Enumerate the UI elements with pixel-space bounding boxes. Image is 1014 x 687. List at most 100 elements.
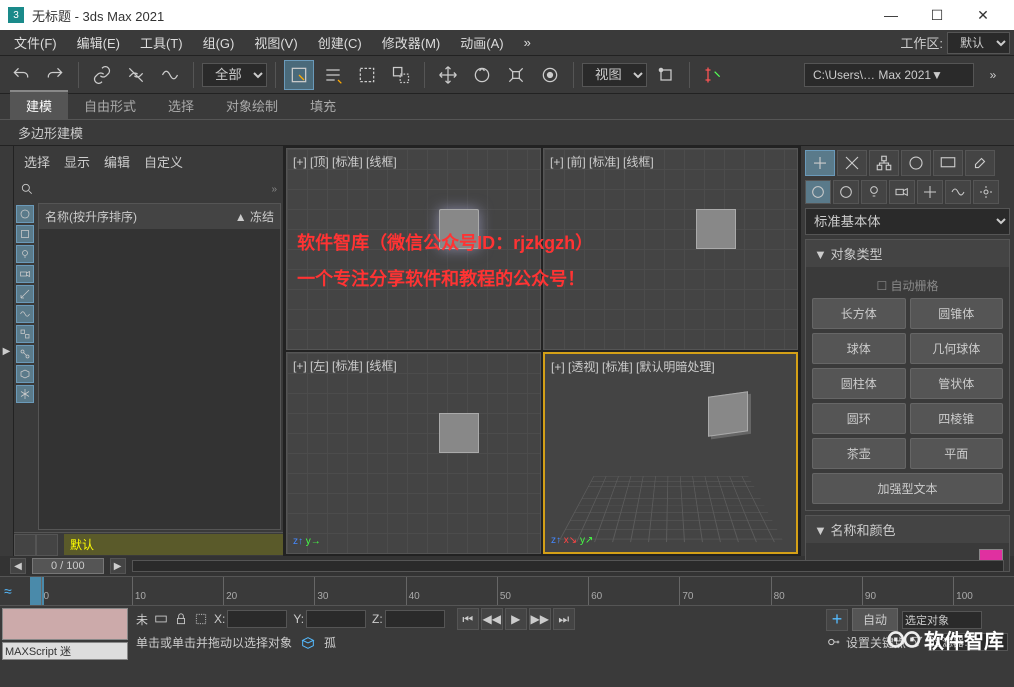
script-output[interactable] bbox=[2, 608, 128, 640]
dock-expand[interactable]: ▶ bbox=[3, 346, 11, 357]
se-tab-display[interactable]: 显示 bbox=[64, 152, 90, 171]
rollup-header-name[interactable]: ▼ 名称和颜色 bbox=[806, 516, 1009, 543]
filter-groups-icon[interactable] bbox=[16, 325, 34, 343]
workspace-dropdown[interactable]: 默认 bbox=[947, 32, 1010, 54]
frame-prev[interactable]: ◀ bbox=[10, 558, 26, 574]
col-frozen[interactable]: ▲ 冻结 bbox=[235, 208, 274, 225]
select-region-button[interactable] bbox=[352, 60, 382, 90]
window-crossing-button[interactable] bbox=[386, 60, 416, 90]
prim-box[interactable]: 长方体 bbox=[812, 298, 906, 329]
viewport-left-label[interactable]: [+] [左] [标准] [线框] bbox=[293, 357, 397, 374]
menu-tools[interactable]: 工具(T) bbox=[130, 29, 193, 56]
prim-plane[interactable]: 平面 bbox=[910, 438, 1004, 469]
cp-hierarchy-tab[interactable] bbox=[869, 150, 899, 176]
bind-button[interactable] bbox=[155, 60, 185, 90]
auto-grid-checkbox[interactable]: ☐ 自动栅格 bbox=[812, 273, 1003, 298]
menu-edit[interactable]: 编辑(E) bbox=[67, 29, 130, 56]
prim-pyramid[interactable]: 四棱锥 bbox=[910, 403, 1004, 434]
prim-textplus[interactable]: 加强型文本 bbox=[812, 473, 1003, 504]
filter-frozen-icon[interactable] bbox=[16, 385, 34, 403]
se-tab-select[interactable]: 选择 bbox=[24, 152, 50, 171]
menu-modifiers[interactable]: 修改器(M) bbox=[372, 29, 451, 56]
menu-views[interactable]: 视图(V) bbox=[244, 29, 307, 56]
goto-start-button[interactable]: ⏮ bbox=[457, 608, 479, 630]
se-tab-custom[interactable]: 自定义 bbox=[144, 152, 183, 171]
coord-y-input[interactable] bbox=[306, 610, 366, 628]
filter-bone-icon[interactable] bbox=[16, 345, 34, 363]
frame-slider-handle[interactable]: 0 / 100 bbox=[32, 558, 104, 574]
prev-frame-button[interactable]: ◀◀ bbox=[481, 608, 503, 630]
lock-icon[interactable] bbox=[174, 612, 188, 626]
helpers-icon[interactable] bbox=[917, 180, 943, 204]
rotate-button[interactable] bbox=[467, 60, 497, 90]
move-button[interactable] bbox=[433, 60, 463, 90]
systems-icon[interactable] bbox=[973, 180, 999, 204]
undo-button[interactable] bbox=[6, 60, 36, 90]
filter-lights-icon[interactable] bbox=[16, 245, 34, 263]
goto-end-button[interactable]: ⏭ bbox=[553, 608, 575, 630]
viewport-top[interactable]: [+] [顶] [标准] [线框] 软件智库（微信公众号ID：rjzkgzh） … bbox=[286, 148, 541, 350]
selection-lock-icon[interactable] bbox=[194, 612, 208, 626]
auto-key-button[interactable]: 自动 bbox=[852, 608, 898, 631]
viewport-persp-label[interactable]: [+] [透视] [标准] [默认明暗处理] bbox=[551, 358, 715, 375]
select-by-name-button[interactable] bbox=[318, 60, 348, 90]
key-filter-icon[interactable] bbox=[910, 635, 924, 649]
menu-overflow[interactable]: » bbox=[514, 31, 541, 54]
frame-track[interactable] bbox=[132, 560, 1004, 572]
prim-geosphere[interactable]: 几何球体 bbox=[910, 333, 1004, 364]
ribbon-tab-modeling[interactable]: 建模 bbox=[10, 90, 68, 119]
isolate-icon[interactable] bbox=[300, 635, 316, 651]
cameras-icon[interactable] bbox=[889, 180, 915, 204]
viewport-top-label[interactable]: [+] [顶] [标准] [线框] bbox=[293, 153, 397, 170]
manipulate-button[interactable] bbox=[698, 60, 728, 90]
placement-button[interactable] bbox=[535, 60, 565, 90]
scale-button[interactable] bbox=[501, 60, 531, 90]
selection-filter[interactable]: 全部 bbox=[202, 63, 267, 87]
cp-utilities-tab[interactable] bbox=[965, 150, 995, 176]
ribbon-tab-populate[interactable]: 填充 bbox=[294, 92, 352, 119]
ribbon-panel-polymodel[interactable]: 多边形建模 bbox=[10, 121, 91, 144]
col-name[interactable]: 名称(按升序排序) bbox=[45, 208, 137, 225]
link-button[interactable] bbox=[87, 60, 117, 90]
cp-modify-tab[interactable] bbox=[837, 150, 867, 176]
set-key-label[interactable]: 设置关键点 bbox=[846, 634, 906, 651]
prim-tube[interactable]: 管状体 bbox=[910, 368, 1004, 399]
project-path[interactable]: C:\Users\… Max 2021 ▼ bbox=[804, 63, 974, 87]
scene-list[interactable]: 名称(按升序排序) ▲ 冻结 bbox=[38, 203, 281, 530]
maxscript-input[interactable] bbox=[2, 642, 128, 660]
prim-cylinder[interactable]: 圆柱体 bbox=[812, 368, 906, 399]
lights-icon[interactable] bbox=[861, 180, 887, 204]
filter-helpers-icon[interactable] bbox=[16, 285, 34, 303]
menu-file[interactable]: 文件(F) bbox=[4, 29, 67, 56]
menu-animation[interactable]: 动画(A) bbox=[450, 29, 513, 56]
next-frame-button[interactable]: ▶▶ bbox=[529, 608, 551, 630]
filter-containers-icon[interactable] bbox=[16, 365, 34, 383]
play-button[interactable]: ▶ bbox=[505, 608, 527, 630]
viewport-front-label[interactable]: [+] [前] [标准] [线框] bbox=[550, 153, 654, 170]
select-object-button[interactable] bbox=[284, 60, 314, 90]
reference-system[interactable]: 视图 bbox=[582, 63, 647, 87]
shapes-icon[interactable] bbox=[833, 180, 859, 204]
key-filter-input[interactable] bbox=[928, 633, 1008, 651]
se-tools-overflow[interactable]: » bbox=[271, 184, 277, 195]
viewport-perspective[interactable]: [+] [透视] [标准] [默认明暗处理] z↑ x↘ y↗ bbox=[543, 352, 798, 554]
coord-x-input[interactable] bbox=[227, 610, 287, 628]
menu-group[interactable]: 组(G) bbox=[193, 29, 245, 56]
close-button[interactable]: ✕ bbox=[960, 0, 1006, 30]
redo-button[interactable] bbox=[40, 60, 70, 90]
ribbon-tab-freeform[interactable]: 自由形式 bbox=[68, 92, 152, 119]
minimize-button[interactable]: — bbox=[868, 0, 914, 30]
frame-next[interactable]: ▶ bbox=[110, 558, 126, 574]
rollup-header-type[interactable]: ▼ 对象类型 bbox=[806, 240, 1009, 267]
se-tab-edit[interactable]: 编辑 bbox=[104, 152, 130, 171]
layer-toggle[interactable] bbox=[14, 534, 60, 556]
time-ruler[interactable]: ≈ 0 10 20 30 40 50 60 70 80 90 100 bbox=[0, 576, 1014, 606]
category-dropdown[interactable]: 标准基本体 bbox=[805, 208, 1010, 235]
viewport-front[interactable]: [+] [前] [标准] [线框] bbox=[543, 148, 798, 350]
trackbar-icon[interactable]: ≈ bbox=[4, 583, 12, 599]
prim-teapot[interactable]: 茶壶 bbox=[812, 438, 906, 469]
cp-create-tab[interactable] bbox=[805, 150, 835, 176]
isolate-label[interactable]: 孤 bbox=[324, 634, 336, 651]
maximize-button[interactable]: ☐ bbox=[914, 0, 960, 30]
ribbon-tab-selection[interactable]: 选择 bbox=[152, 92, 210, 119]
